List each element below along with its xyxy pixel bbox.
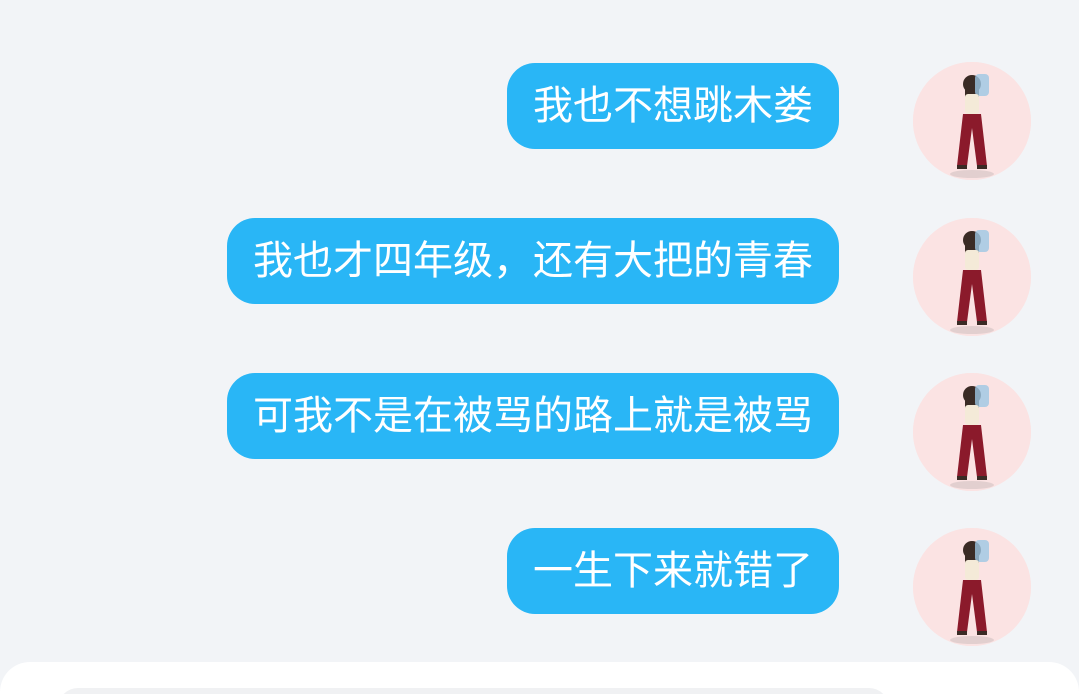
message-bubble[interactable]: 一生下来就错了 <box>507 528 839 614</box>
avatar-girl-icon <box>913 373 1031 491</box>
avatar-girl-icon <box>913 218 1031 336</box>
message-bubble[interactable]: 我也才四年级，还有大把的青春 <box>227 218 839 304</box>
avatar[interactable] <box>913 62 1031 180</box>
message-text: 我也才四年级，还有大把的青春 <box>253 238 813 284</box>
avatar-girl-icon <box>913 62 1031 180</box>
message-text: 可我不是在被骂的路上就是被骂 <box>253 393 813 439</box>
avatar[interactable] <box>913 373 1031 491</box>
message-input[interactable] <box>58 688 889 694</box>
message-row: 我也不想跳木娄 <box>0 62 1031 183</box>
message-composer <box>0 662 1079 694</box>
message-row: 一生下来就错了 <box>0 528 1031 648</box>
message-row: 我也才四年级，还有大把的青春 <box>0 218 1031 338</box>
avatar[interactable] <box>913 528 1031 646</box>
message-bubble[interactable]: 我也不想跳木娄 <box>507 63 839 149</box>
chat-view: 我也不想跳木娄 我也才四年级，还有大把的青春 可我不是在被骂的路上就是被骂 一生… <box>0 0 1079 694</box>
message-text: 一生下来就错了 <box>533 548 813 594</box>
message-row: 可我不是在被骂的路上就是被骂 <box>0 373 1031 493</box>
message-bubble[interactable]: 可我不是在被骂的路上就是被骂 <box>227 373 839 459</box>
message-text: 我也不想跳木娄 <box>533 83 813 129</box>
avatar[interactable] <box>913 218 1031 336</box>
avatar-girl-icon <box>913 528 1031 646</box>
